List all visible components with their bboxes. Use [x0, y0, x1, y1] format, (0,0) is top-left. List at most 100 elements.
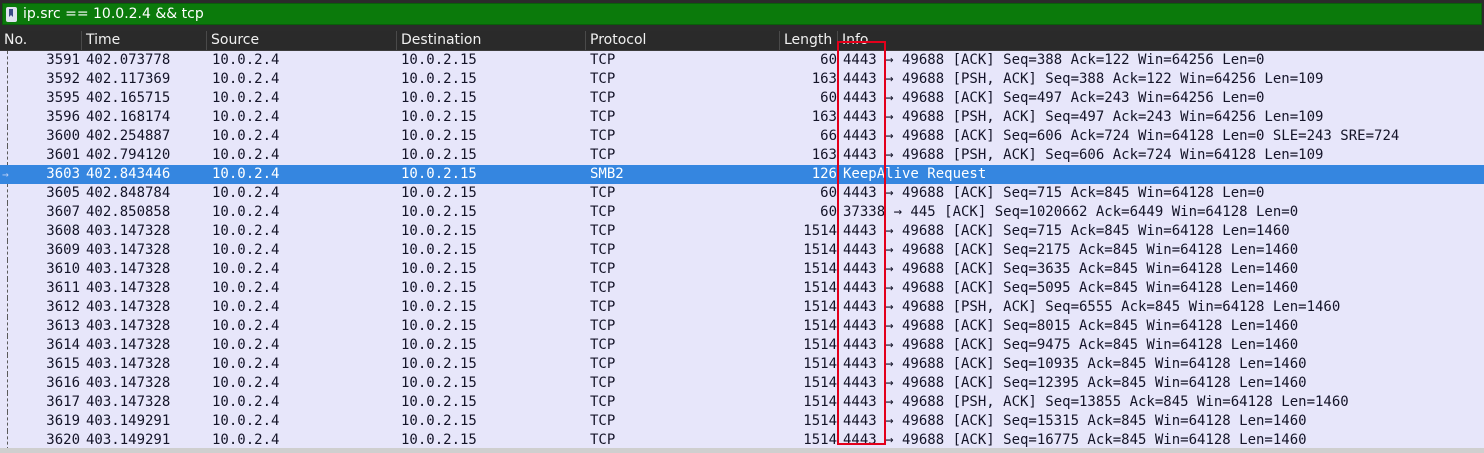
cell-protocol: TCP	[590, 394, 616, 410]
cell-destination: 10.0.2.15	[401, 299, 477, 315]
cell-info: 4443 → 49688 [ACK] Seq=5095 Ack=845 Win=…	[843, 280, 1299, 296]
column-header-length[interactable]: Length	[780, 31, 838, 50]
cell-destination: 10.0.2.15	[401, 90, 477, 106]
cell-time: 402.254887	[86, 128, 171, 144]
column-header-no[interactable]: No.	[0, 31, 82, 50]
packet-row[interactable]: 3615 403.147328 10.0.2.4 10.0.2.15 TCP 1514 44…	[0, 355, 1484, 374]
cell-protocol: TCP	[590, 71, 616, 87]
cell-time: 403.147328	[86, 242, 171, 258]
cell-length: 60	[820, 185, 837, 201]
cell-source: 10.0.2.4	[212, 413, 280, 429]
packet-row[interactable]: 3600 402.254887 10.0.2.4 10.0.2.15 TCP 66 4443…	[0, 127, 1484, 146]
cell-source: 10.0.2.4	[212, 261, 280, 277]
cell-length: 163	[811, 71, 837, 87]
column-header-info[interactable]: Info	[838, 31, 1484, 50]
packet-row[interactable]: 3619 403.149291 10.0.2.4 10.0.2.15 TCP 1514 44…	[0, 412, 1484, 431]
packet-row[interactable]: 3613 403.147328 10.0.2.4 10.0.2.15 TCP 1514 44…	[0, 317, 1484, 336]
cell-source: 10.0.2.4	[212, 109, 280, 125]
cell-destination: 10.0.2.15	[401, 375, 477, 391]
cell-protocol: TCP	[590, 413, 616, 429]
cell-source: 10.0.2.4	[212, 337, 280, 353]
display-filter-text: ip.src == 10.0.2.4 && tcp	[23, 6, 204, 22]
cell-destination: 10.0.2.15	[401, 318, 477, 334]
cell-length: 1514	[803, 375, 837, 391]
packet-row[interactable]: 3601 402.794120 10.0.2.4 10.0.2.15 TCP 163 444…	[0, 146, 1484, 165]
cell-destination: 10.0.2.15	[401, 261, 477, 277]
cell-info: 4443 → 49688 [PSH, ACK] Seq=606 Ack=724 …	[843, 147, 1324, 163]
cell-info: 4443 → 49688 [ACK] Seq=606 Ack=724 Win=6…	[843, 128, 1400, 144]
cell-no: 3603	[46, 166, 80, 182]
cell-destination: 10.0.2.15	[401, 147, 477, 163]
packet-row[interactable]: 3611 403.147328 10.0.2.4 10.0.2.15 TCP 1514 44…	[0, 279, 1484, 298]
column-header-source[interactable]: Source	[207, 31, 397, 50]
cell-length: 60	[820, 52, 837, 68]
packet-row[interactable]: 3591 402.073778 10.0.2.4 10.0.2.15 TCP 60 4443…	[0, 51, 1484, 70]
horizontal-scrollbar[interactable]	[0, 448, 1484, 453]
cell-source: 10.0.2.4	[212, 223, 280, 239]
cell-no: 3611	[46, 280, 80, 296]
column-header-time[interactable]: Time	[82, 31, 207, 50]
cell-source: 10.0.2.4	[212, 147, 280, 163]
packet-row-selected[interactable]: → 3603 402.843446 10.0.2.4 10.0.2.15 SMB2 126 K…	[0, 165, 1484, 184]
packet-list-header: No. Time Source Destination Protocol Len…	[0, 31, 1484, 51]
display-filter-input[interactable]: ip.src == 10.0.2.4 && tcp	[2, 3, 1482, 25]
cell-protocol: TCP	[590, 356, 616, 372]
cell-time: 402.850858	[86, 204, 171, 220]
cell-destination: 10.0.2.15	[401, 204, 477, 220]
cell-source: 10.0.2.4	[212, 71, 280, 87]
packet-row[interactable]: 3617 403.147328 10.0.2.4 10.0.2.15 TCP 1514 44…	[0, 393, 1484, 412]
cell-protocol: TCP	[590, 242, 616, 258]
packet-row[interactable]: 3596 402.168174 10.0.2.4 10.0.2.15 TCP 163 444…	[0, 108, 1484, 127]
cell-info: 4443 → 49688 [ACK] Seq=3635 Ack=845 Win=…	[843, 261, 1299, 277]
cell-protocol: TCP	[590, 337, 616, 353]
packet-list[interactable]: 3591 402.073778 10.0.2.4 10.0.2.15 TCP 60 4443…	[0, 51, 1484, 450]
column-header-destination[interactable]: Destination	[397, 31, 586, 50]
cell-info: 4443 → 49688 [ACK] Seq=715 Ack=845 Win=6…	[843, 223, 1290, 239]
cell-no: 3614	[46, 337, 80, 353]
packet-row[interactable]: 3610 403.147328 10.0.2.4 10.0.2.15 TCP 1514 44…	[0, 260, 1484, 279]
cell-protocol: TCP	[590, 90, 616, 106]
cell-no: 3608	[46, 223, 80, 239]
cell-length: 60	[820, 90, 837, 106]
cell-length: 1514	[803, 318, 837, 334]
cell-no: 3601	[46, 147, 80, 163]
cell-time: 402.165715	[86, 90, 171, 106]
cell-length: 1514	[803, 242, 837, 258]
cell-destination: 10.0.2.15	[401, 52, 477, 68]
cell-protocol: TCP	[590, 52, 616, 68]
cell-time: 403.147328	[86, 394, 171, 410]
packet-row[interactable]: 3609 403.147328 10.0.2.4 10.0.2.15 TCP 1514 44…	[0, 241, 1484, 260]
packet-row[interactable]: 3612 403.147328 10.0.2.4 10.0.2.15 TCP 1514 44…	[0, 298, 1484, 317]
packet-row[interactable]: 3608 403.147328 10.0.2.4 10.0.2.15 TCP 1514 44…	[0, 222, 1484, 241]
cell-destination: 10.0.2.15	[401, 394, 477, 410]
packet-row[interactable]: 3595 402.165715 10.0.2.4 10.0.2.15 TCP 60 4443…	[0, 89, 1484, 108]
cell-protocol: TCP	[590, 375, 616, 391]
cell-protocol: TCP	[590, 147, 616, 163]
bookmark-icon[interactable]	[6, 7, 17, 22]
cell-protocol: TCP	[590, 109, 616, 125]
packet-row[interactable]: 3607 402.850858 10.0.2.4 10.0.2.15 TCP 60 3733…	[0, 203, 1484, 222]
cell-destination: 10.0.2.15	[401, 166, 477, 182]
cell-destination: 10.0.2.15	[401, 223, 477, 239]
packet-row[interactable]: 3592 402.117369 10.0.2.4 10.0.2.15 TCP 163 444…	[0, 70, 1484, 89]
cell-no: 3592	[46, 71, 80, 87]
cell-no: 3607	[46, 204, 80, 220]
packet-row[interactable]: 3605 402.848784 10.0.2.4 10.0.2.15 TCP 60 4443…	[0, 184, 1484, 203]
cell-source: 10.0.2.4	[212, 375, 280, 391]
cell-info: 4443 → 49688 [ACK] Seq=715 Ack=845 Win=6…	[843, 185, 1265, 201]
cell-protocol: TCP	[590, 280, 616, 296]
cell-time: 402.848784	[86, 185, 171, 201]
cell-length: 1514	[803, 261, 837, 277]
display-filter-toolbar: ip.src == 10.0.2.4 && tcp	[0, 0, 1484, 31]
cell-length: 1514	[803, 356, 837, 372]
cell-time: 403.147328	[86, 261, 171, 277]
cell-protocol: TCP	[590, 185, 616, 201]
cell-source: 10.0.2.4	[212, 394, 280, 410]
packet-row[interactable]: 3614 403.147328 10.0.2.4 10.0.2.15 TCP 1514 44…	[0, 336, 1484, 355]
column-header-protocol[interactable]: Protocol	[586, 31, 780, 50]
cell-protocol: TCP	[590, 204, 616, 220]
cell-info: 4443 → 49688 [PSH, ACK] Seq=388 Ack=122 …	[843, 71, 1324, 87]
cell-length: 1514	[803, 223, 837, 239]
packet-row[interactable]: 3616 403.147328 10.0.2.4 10.0.2.15 TCP 1514 44…	[0, 374, 1484, 393]
cell-protocol: TCP	[590, 299, 616, 315]
